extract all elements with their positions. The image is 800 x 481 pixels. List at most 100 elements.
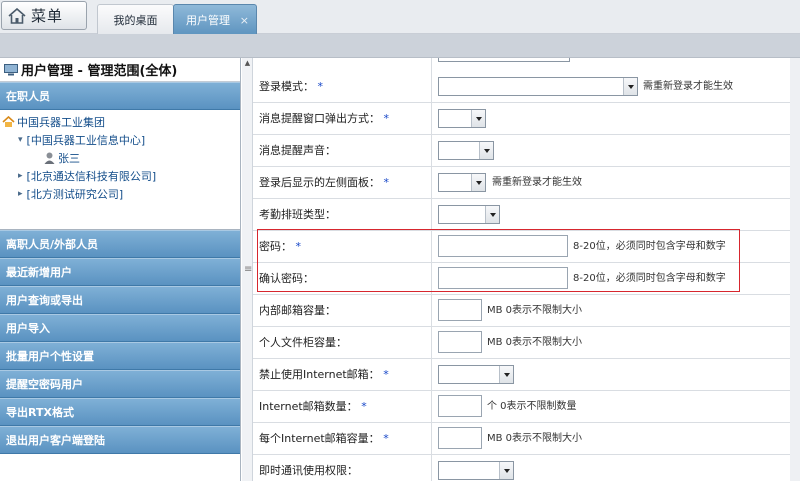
chevron-down-icon [623, 78, 637, 95]
tree-node-company-test-label: [北方测试研究公司] [26, 188, 124, 201]
tree-node-company-test[interactable]: ▸ [北方测试研究公司] [18, 186, 123, 202]
left-panel-select[interactable] [438, 173, 486, 192]
sidebar-item-rtx[interactable]: 导出RTX格式 [0, 398, 240, 426]
password-input[interactable] [438, 235, 568, 257]
row-login-mode: 登录模式： * 需重新登录才能生效 [253, 71, 800, 103]
attendance-select[interactable] [438, 205, 500, 224]
row-internet-mail-forbid: 禁止使用Internet邮箱： * [253, 359, 800, 391]
row-file-cabinet: 个人文件柜容量： MB 0表示不限制大小 [253, 327, 800, 359]
sidebar-item-label: 提醒空密码用户 [6, 378, 83, 391]
top-bar: 菜单 我的桌面 用户管理 × [0, 0, 800, 34]
chevron-down-icon [479, 142, 493, 159]
sidebar-section-active-label: 在职人员 [6, 90, 50, 103]
row-label: 内部邮箱容量： [259, 304, 336, 317]
tree-node-dept-label: [中国兵器工业信息中心] [26, 134, 146, 147]
org-home-icon [2, 116, 15, 127]
sidebar-item-label: 用户查询或导出 [6, 294, 83, 307]
sidebar-section-active[interactable]: 在职人员 [0, 82, 240, 110]
sound-select[interactable] [438, 141, 494, 160]
row-hint: MB 0表示不限制大小 [487, 337, 583, 348]
chevron-down-icon [471, 110, 485, 127]
row-internet-mail-size: 每个Internet邮箱容量： * MB 0表示不限制大小 [253, 423, 800, 455]
row-label: 每个Internet邮箱容量： * [259, 432, 389, 445]
row-hint: 8-20位，必须同时包含字母和数字 [573, 241, 726, 252]
sidebar-item-resigned[interactable]: 离职人员/外部人员 [0, 230, 240, 258]
sidebar-item-label: 批量用户个性设置 [6, 350, 94, 363]
row-label: 消息提醒窗口弹出方式： * [259, 112, 389, 125]
row-label: 禁止使用Internet邮箱： * [259, 368, 389, 381]
row-label: 个人文件柜容量： [259, 336, 347, 349]
tree-node-dept[interactable]: ▾ [中国兵器工业信息中心] [18, 132, 145, 148]
sidebar-item-batch[interactable]: 批量用户个性设置 [0, 342, 240, 370]
row-label: 登录后显示的左侧面板： * [259, 176, 389, 189]
toolbar-strip [0, 34, 800, 58]
row-label: 消息提醒声音： [259, 144, 336, 157]
form-scrollbar[interactable] [790, 58, 800, 481]
sidebar-item-import[interactable]: 用户导入 [0, 314, 240, 342]
row-label: 登录模式： * [259, 80, 323, 93]
close-icon[interactable]: × [240, 14, 249, 27]
sidebar-item-label: 用户导入 [6, 322, 50, 335]
chevron-right-icon[interactable]: ▸ [18, 189, 23, 199]
monitor-icon [4, 63, 18, 75]
row-hint: 8-20位，必须同时包含字母和数字 [573, 273, 726, 284]
row-hint: 个 0表示不限制数量 [487, 401, 577, 412]
tree-node-root-label: 中国兵器工业集团 [17, 116, 105, 129]
sidebar: 用户管理 - 管理范围(全体) 在职人员 中国兵器工业集团 ▾ [中国兵器工业信… [0, 58, 241, 481]
sidebar-item-label: 最近新增用户 [6, 266, 72, 279]
row-hint: MB 0表示不限制大小 [487, 433, 583, 444]
sidebar-item-empty-pwd[interactable]: 提醒空密码用户 [0, 370, 240, 398]
row-label: 即时通讯使用权限： [259, 464, 358, 477]
tree-node-company-bj[interactable]: ▸ [北京通达信科技有限公司] [18, 168, 156, 184]
row-hint: 需重新登录才能生效 [492, 177, 582, 188]
tab-desktop-label: 我的桌面 [113, 13, 158, 27]
row-hint: MB 0表示不限制大小 [487, 305, 583, 316]
row-label: 确认密码： [259, 272, 314, 285]
row-mailbox-size: 内部邮箱容量： MB 0表示不限制大小 [253, 295, 800, 327]
confirm-password-input[interactable] [438, 267, 568, 289]
menu-button[interactable]: 菜单 [1, 1, 87, 30]
tree-node-user-label: 张三 [58, 152, 80, 165]
user-form: 登录模式： * 需重新登录才能生效 消息提醒窗口弹出方式： * 消息提醒声音： … [253, 58, 800, 481]
scroll-up-icon[interactable]: ▲ [243, 59, 252, 68]
row-sound: 消息提醒声音： [253, 135, 800, 167]
row-left-panel: 登录后显示的左侧面板： * 需重新登录才能生效 [253, 167, 800, 199]
chevron-down-icon [471, 174, 485, 191]
login-mode-select[interactable] [438, 77, 638, 96]
row-label: 考勤排班类型： [259, 208, 336, 221]
tab-desktop[interactable]: 我的桌面 [97, 4, 174, 34]
sidebar-title: 用户管理 - 管理范围(全体) [0, 58, 240, 82]
sidebar-item-logout[interactable]: 退出用户客户端登陆 [0, 426, 240, 454]
row-hint: 需重新登录才能生效 [643, 81, 733, 92]
tab-user-management-label: 用户管理 [186, 13, 230, 27]
internet-mail-forbid-select[interactable] [438, 365, 514, 384]
im-permission-select[interactable] [438, 461, 514, 480]
sidebar-item-label: 导出RTX格式 [6, 406, 74, 419]
row-password: 密码： * 8-20位，必须同时包含字母和数字 [253, 231, 800, 263]
tree-node-company-bj-label: [北京通达信科技有限公司] [26, 170, 157, 183]
home-icon [8, 7, 26, 24]
row-confirm-password: 确认密码： 8-20位，必须同时包含字母和数字 [253, 263, 800, 295]
tab-user-management[interactable]: 用户管理 × [173, 4, 257, 34]
org-tree: 中国兵器工业集团 ▾ [中国兵器工业信息中心] 张三 ▸ [北京通达信科技有限公… [0, 110, 240, 230]
chevron-down-icon [499, 366, 513, 383]
sidebar-item-query[interactable]: 用户查询或导出 [0, 286, 240, 314]
chevron-down-icon [499, 462, 513, 479]
user-icon [44, 152, 55, 164]
chevron-down-icon[interactable]: ▾ [18, 135, 23, 145]
tree-node-user[interactable]: 张三 [44, 150, 80, 166]
chevron-right-icon[interactable]: ▸ [18, 171, 23, 181]
popup-mode-select[interactable] [438, 109, 486, 128]
splitter-handle-icon[interactable]: ≡ [244, 264, 252, 275]
row-im-permission: 即时通讯使用权限： [253, 455, 800, 481]
internet-mail-count-input[interactable] [438, 395, 482, 417]
internet-mail-size-input[interactable] [438, 427, 482, 449]
mailbox-size-input[interactable] [438, 299, 482, 321]
row-label: 密码： * [259, 240, 301, 253]
sidebar-title-text: 用户管理 - 管理范围(全体) [21, 64, 178, 79]
row-internet-mail-count: Internet邮箱数量： * 个 0表示不限制数量 [253, 391, 800, 423]
sidebar-item-recent[interactable]: 最近新增用户 [0, 258, 240, 286]
clipped-input[interactable] [438, 58, 570, 62]
tree-node-root[interactable]: 中国兵器工业集团 [2, 114, 105, 130]
file-cabinet-input[interactable] [438, 331, 482, 353]
